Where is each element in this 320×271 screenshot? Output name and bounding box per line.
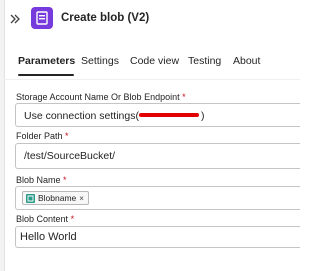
tab-parameters[interactable]: Parameters [18,55,75,67]
required-marker: * [182,92,186,102]
active-tab-indicator [18,74,74,76]
azure-blob-storage-icon [31,7,53,29]
required-marker: * [63,175,67,185]
double-chevron-right-icon [10,14,20,24]
tab-code-view[interactable]: Code view [130,55,179,67]
tab-settings[interactable]: Settings [81,55,119,67]
blob-content-label: Blob Content * [16,214,74,224]
redacted-connection-name [138,109,201,119]
blob-content-field[interactable]: Hello World [15,226,300,248]
expand-panel-button[interactable] [8,12,22,26]
blob-name-label: Blob Name * [16,175,67,185]
tab-about[interactable]: About [233,55,260,67]
storage-account-value: Use connection settings() [24,109,204,122]
blob-content-value: Hello World [20,231,77,243]
panel-header: Create blob (V2) [4,0,300,36]
required-marker: * [65,131,69,141]
storage-account-label: Storage Account Name Or Blob Endpoint * [16,92,186,102]
folder-path-label: Folder Path * [16,131,69,141]
tab-testing[interactable]: Testing [188,55,221,67]
blobname-token-label: Blobname [38,193,77,203]
storage-account-value-prefix: Use connection settings( [24,110,139,122]
storage-account-label-text: Storage Account Name Or Blob Endpoint [16,92,180,102]
blob-name-label-text: Blob Name [16,175,61,185]
blobname-token[interactable]: Blobname × [22,191,89,205]
folder-path-label-text: Folder Path [16,131,63,141]
tabs-divider [4,79,300,80]
blob-content-label-text: Blob Content [16,214,69,224]
required-marker: * [70,214,75,224]
dynamic-content-icon [26,193,35,203]
panel-edge [0,0,5,271]
folder-path-value: /test/SourceBucket/ [24,150,116,162]
blob-name-field[interactable]: Blobname × [15,186,300,210]
storage-account-field[interactable]: Use connection settings() [15,103,300,127]
storage-account-value-suffix: ) [200,110,205,122]
action-title[interactable]: Create blob (V2) [61,12,149,24]
folder-path-field[interactable]: /test/SourceBucket/ [15,143,300,169]
remove-token-icon[interactable]: × [79,194,84,203]
